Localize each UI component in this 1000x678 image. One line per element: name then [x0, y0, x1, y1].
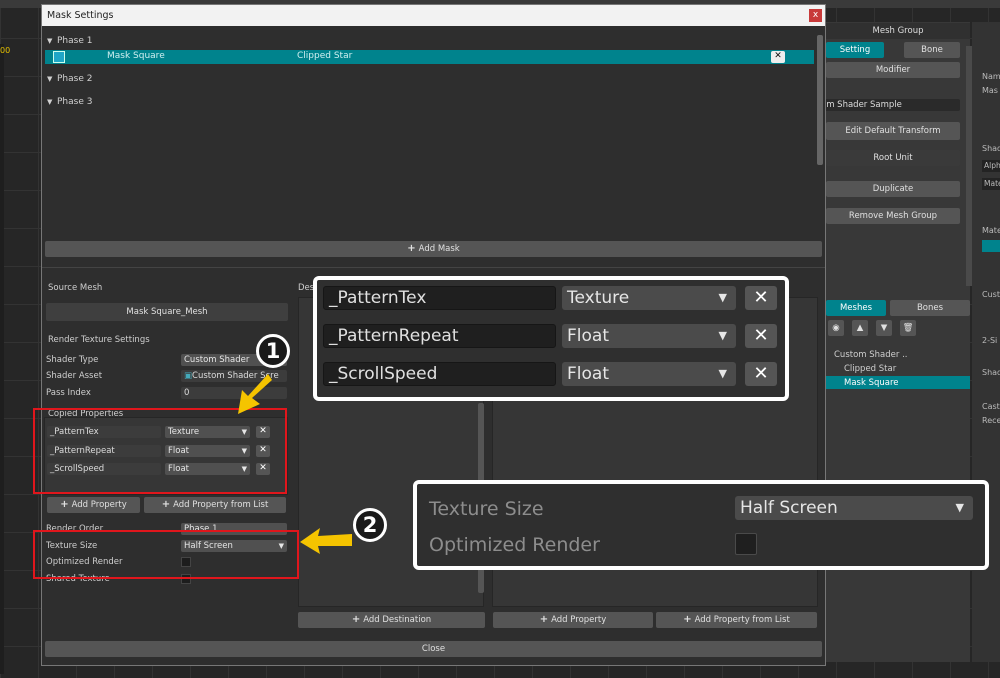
highlight-texture-size: [33, 530, 299, 579]
add-destination-button[interactable]: + Add Destination: [298, 612, 485, 628]
fr-label: Cust: [982, 290, 1000, 299]
dialog-title: Mask Settings: [42, 5, 825, 26]
plus-icon: +: [539, 614, 549, 625]
fr-label: Nam: [982, 72, 1000, 81]
move-up-icon[interactable]: ▲: [852, 320, 868, 336]
mask-list-row[interactable]: Mask Square Clipped Star ✕: [45, 50, 814, 64]
zoom-callout-texture-size: Texture Size Half Screen ▼ Optimized Rend…: [413, 480, 989, 570]
plus-icon: +: [683, 614, 692, 625]
tab-meshes[interactable]: Meshes: [826, 300, 886, 316]
zoom-property-name: _ScrollSpeed: [323, 362, 556, 386]
modifier-button[interactable]: Modifier: [826, 62, 960, 78]
zoom-texture-size-label: Texture Size: [429, 498, 544, 520]
remove-mesh-group-button[interactable]: Remove Mesh Group: [826, 208, 960, 224]
expand-triangle-icon: ▼: [47, 98, 53, 106]
arrow-2-icon: [300, 528, 352, 554]
pass-index-label: Pass Index: [46, 388, 91, 398]
plus-icon: +: [60, 499, 69, 510]
fr-accent: [982, 240, 1000, 252]
render-texture-settings-title: Render Texture Settings: [48, 335, 150, 345]
ruler-marker: 00: [0, 46, 11, 55]
destination-title: Des: [298, 283, 315, 293]
step-marker-2: 2: [353, 508, 387, 542]
expand-triangle-icon: ▼: [47, 37, 53, 45]
zoom-optimized-render-label: Optimized Render: [429, 534, 600, 556]
fr-label: Rece: [982, 416, 1000, 425]
zoom-property-type: Texture ▼: [562, 286, 736, 310]
divider: [42, 267, 825, 268]
dest-add-property-from-list-button[interactable]: + Add Property from List: [656, 612, 817, 628]
plus-icon: +: [161, 499, 171, 510]
fr-label: Shad: [982, 144, 1000, 153]
add-mask-button[interactable]: + Add Mask: [45, 241, 822, 257]
zoom-property-name: _PatternRepeat: [323, 324, 556, 348]
arrow-1-icon: [238, 374, 272, 414]
dest-add-property-button[interactable]: + Add Property: [493, 612, 653, 628]
dialog-close-icon[interactable]: x: [809, 9, 822, 22]
root-unit-label: Root Unit: [826, 150, 960, 166]
dropdown-arrow-icon: ▼: [955, 501, 964, 514]
zoom-texture-size-dropdown: Half Screen ▼: [735, 496, 973, 520]
zoom-optimized-render-checkbox: [735, 533, 757, 555]
tab-setting[interactable]: Setting: [826, 42, 884, 58]
zoom-remove-icon: ✕: [745, 324, 777, 348]
phase-1-header[interactable]: ▼ Phase 1: [47, 36, 92, 46]
zoom-remove-icon: ✕: [745, 362, 777, 386]
dropdown-arrow-icon: ▼: [718, 291, 727, 304]
edit-default-transform-button[interactable]: Edit Default Transform: [826, 122, 960, 140]
fr-label: 2-Si: [982, 336, 998, 345]
expand-triangle-icon: ▼: [47, 75, 53, 83]
source-mesh-name: Mask Square_Mesh: [46, 303, 288, 321]
fr-label: Shad: [982, 368, 1000, 377]
shader-asset-label: Shader Asset: [46, 371, 103, 381]
duplicate-button[interactable]: Duplicate: [826, 181, 960, 197]
phase-list-scrollbar[interactable]: [817, 35, 823, 165]
shader-type-label: Shader Type: [46, 355, 99, 365]
fr-field[interactable]: Alph: [982, 160, 1000, 172]
plus-icon: +: [351, 614, 361, 625]
fr-label: Mas: [982, 86, 998, 95]
phase-3-header[interactable]: ▼ Phase 3: [47, 97, 92, 107]
phase-2-header[interactable]: ▼ Phase 2: [47, 74, 92, 84]
add-property-from-list-button[interactable]: + Add Property from List: [144, 497, 286, 513]
mask-target: Clipped Star: [297, 51, 353, 61]
zoom-property-name: _PatternTex: [323, 286, 556, 310]
tree-item-clipped-star[interactable]: Clipped Star: [844, 364, 896, 374]
fr-label: Cast: [982, 402, 1000, 411]
dropdown-arrow-icon: ▼: [718, 367, 727, 380]
zoom-remove-icon: ✕: [745, 286, 777, 310]
fr-field[interactable]: Mate: [982, 178, 1000, 190]
add-property-button[interactable]: + Add Property: [47, 497, 140, 513]
tab-bones[interactable]: Bones: [890, 300, 970, 316]
highlight-copied-properties: [33, 408, 287, 494]
fr-label: Mate: [982, 226, 1000, 235]
shader-file-icon: ▣: [184, 371, 193, 381]
zoom-callout-properties: _PatternTex Texture ▼ ✕ _PatternRepeat Fl…: [313, 276, 789, 401]
source-mesh-title: Source Mesh: [48, 283, 103, 293]
mask-name: Mask Square: [107, 51, 165, 61]
tree-item-mask-square[interactable]: Mask Square: [844, 378, 899, 388]
tab-bone[interactable]: Bone: [904, 42, 960, 58]
zoom-property-type: Float ▼: [562, 324, 736, 348]
remove-mask-icon[interactable]: ✕: [771, 51, 785, 63]
editor-ruler: [0, 44, 4, 674]
step-marker-1: 1: [256, 334, 290, 368]
dropdown-arrow-icon: ▼: [718, 329, 727, 342]
inspector-header: Mesh Group: [826, 23, 970, 39]
zoom-property-type: Float ▼: [562, 362, 736, 386]
mesh-icon: [53, 51, 65, 63]
plus-icon: +: [407, 243, 416, 254]
name-field[interactable]: om Shader Sample: [818, 99, 960, 111]
tree-item-group[interactable]: Custom Shader ..: [834, 350, 907, 360]
move-down-icon[interactable]: ▼: [876, 320, 892, 336]
add-layer-icon[interactable]: ◉: [828, 320, 844, 336]
close-button[interactable]: Close: [45, 641, 822, 657]
trash-icon[interactable]: 🗑: [900, 320, 916, 336]
